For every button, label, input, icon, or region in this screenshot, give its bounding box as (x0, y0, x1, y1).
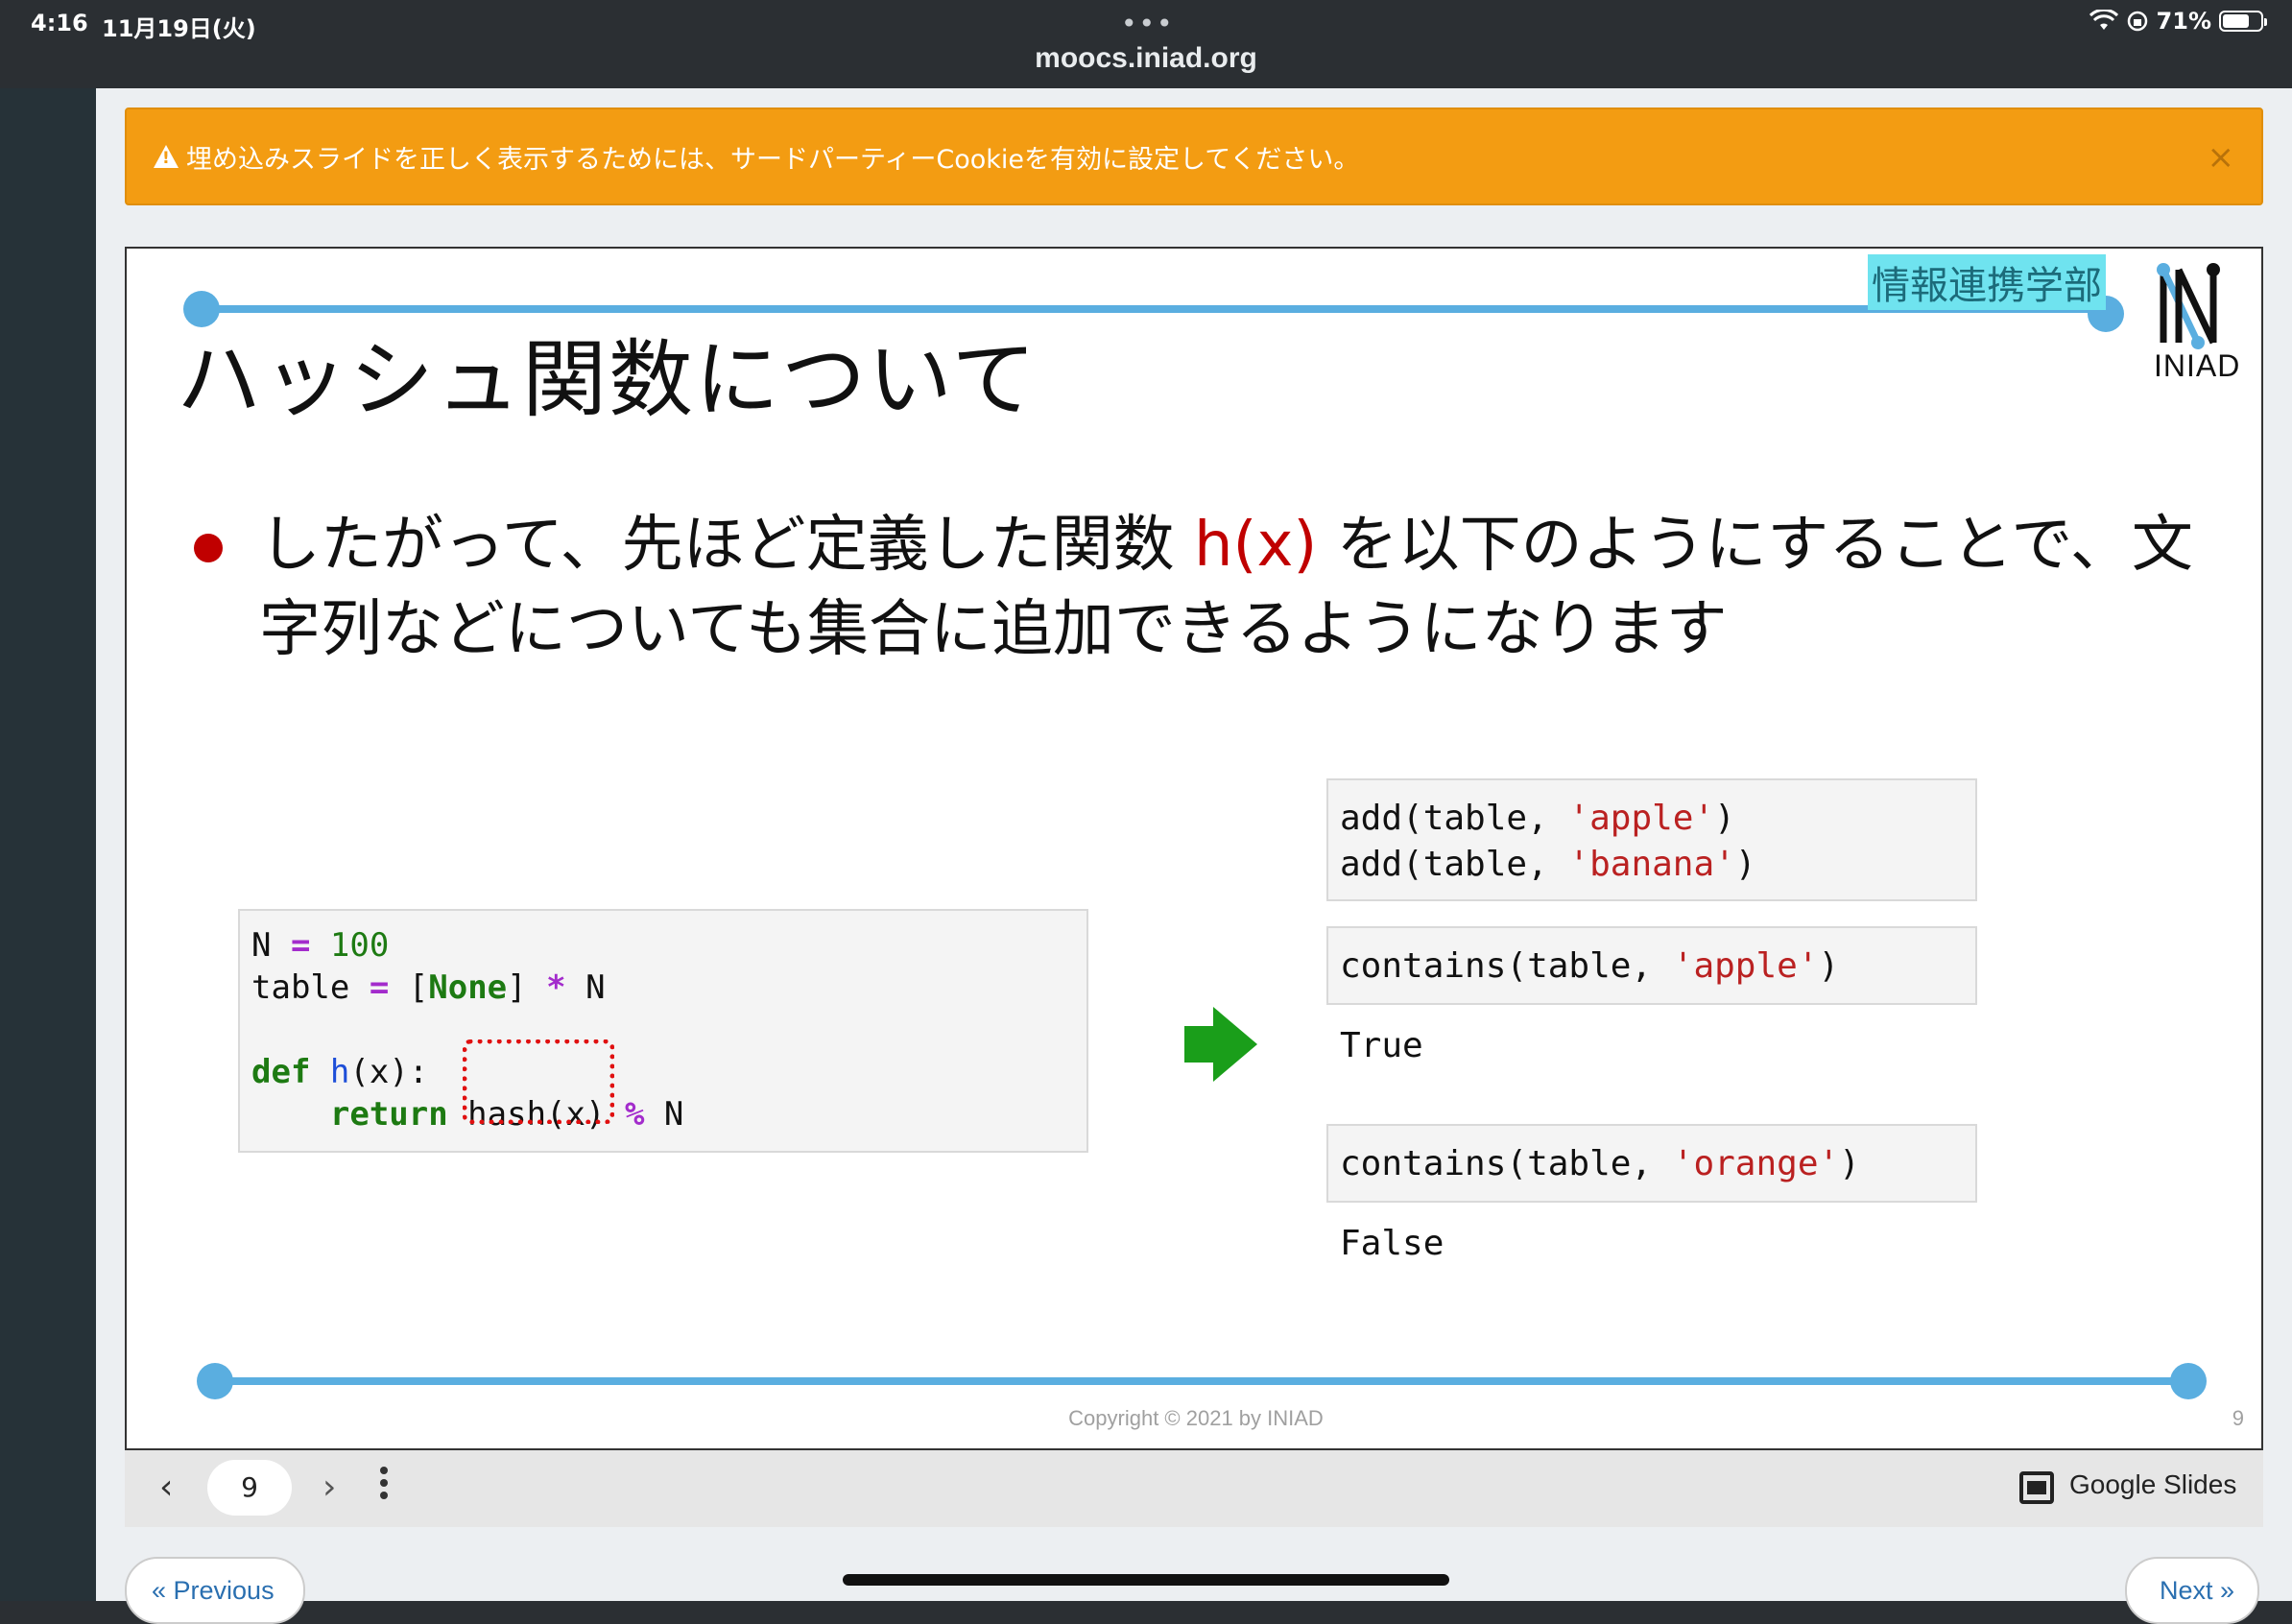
output-true: True (1340, 1026, 1423, 1065)
cookie-warning-alert: 埋め込みスライドを正しく表示するためには、サードパーティーCookieを有効に設… (125, 107, 2263, 205)
bottom-left-node (197, 1363, 233, 1399)
code-block-contains-orange: contains(table, 'orange') (1326, 1124, 1977, 1203)
bullet-text: したがって、先ほど定義した関数 h(x) を以下のようにすることで、文字列などに… (259, 503, 2208, 672)
slide-title: ハッシュ関数について (177, 330, 1039, 429)
wifi-icon (2089, 10, 2118, 30)
bullet-dot (194, 534, 223, 562)
function-name-highlight: h(x) (1193, 510, 1318, 581)
page-content: 埋め込みスライドを正しく表示するためには、サードパーティーCookieを有効に設… (96, 88, 2292, 1624)
more-options-icon[interactable] (380, 1462, 390, 1504)
close-icon[interactable]: × (2208, 138, 2235, 177)
slide-number: 9 (2232, 1406, 2244, 1430)
tab-options-dots[interactable]: ••• (1121, 8, 1175, 39)
next-slide-button[interactable]: › (322, 1468, 336, 1507)
code-block-contains-apple: contains(table, 'apple') (1326, 926, 1977, 1005)
iniad-logo-text: INIAD (2154, 348, 2241, 383)
slide-copyright: Copyright © 2021 by INIAD (1068, 1406, 1324, 1430)
battery-percent: 71% (2156, 8, 2211, 35)
date: 11月19日(火) (102, 15, 256, 42)
bottom-right-node (2170, 1363, 2207, 1399)
orientation-lock-icon (2127, 11, 2147, 32)
iniad-logo-mark (2157, 263, 2220, 349)
alert-message: 埋め込みスライドを正しく表示するためには、サードパーティーCookieを有効に設… (186, 144, 1360, 175)
previous-page-button[interactable]: « Previous (125, 1557, 305, 1624)
battery-icon (2219, 11, 2267, 32)
home-indicator[interactable] (843, 1574, 1449, 1586)
google-slides-link[interactable]: Google Slides (2069, 1469, 2236, 1500)
address-bar[interactable]: moocs.iniad.org (0, 42, 2292, 75)
clock: 4:16 (31, 10, 88, 36)
code-block-add: add(table, 'apple') add(table, 'banana') (1326, 778, 1977, 901)
status-bar: 4:16 11月19日(火) ••• moocs.iniad.org 71% (0, 0, 2292, 88)
warning-icon (154, 145, 179, 168)
bullet-text-prefix: したがって、先ほど定義した関数 (259, 510, 1194, 581)
slides-toolbar: ‹ 9 › Google Slides (125, 1450, 2263, 1527)
code-block-definition: N = 100 table = [None] * N def h(x): ret… (238, 909, 1088, 1153)
next-page-button[interactable]: Next » (2125, 1557, 2259, 1624)
left-sidebar-strip (0, 88, 96, 1601)
department-label: 情報連携学部 (1868, 254, 2106, 310)
hash-highlight-box (463, 1039, 614, 1124)
google-slides-icon[interactable] (2019, 1471, 2054, 1504)
previous-slide-button[interactable]: ‹ (159, 1468, 173, 1507)
status-indicators: 71% (2089, 8, 2267, 35)
right-arrow-icon (1184, 1007, 1257, 1082)
slide-page-input[interactable]: 9 (207, 1460, 292, 1516)
output-false: False (1340, 1224, 1444, 1263)
embedded-slide: 情報連携学部 INIAD ハッシュ関数について したがって、先ほど定義した関数 … (125, 247, 2263, 1450)
